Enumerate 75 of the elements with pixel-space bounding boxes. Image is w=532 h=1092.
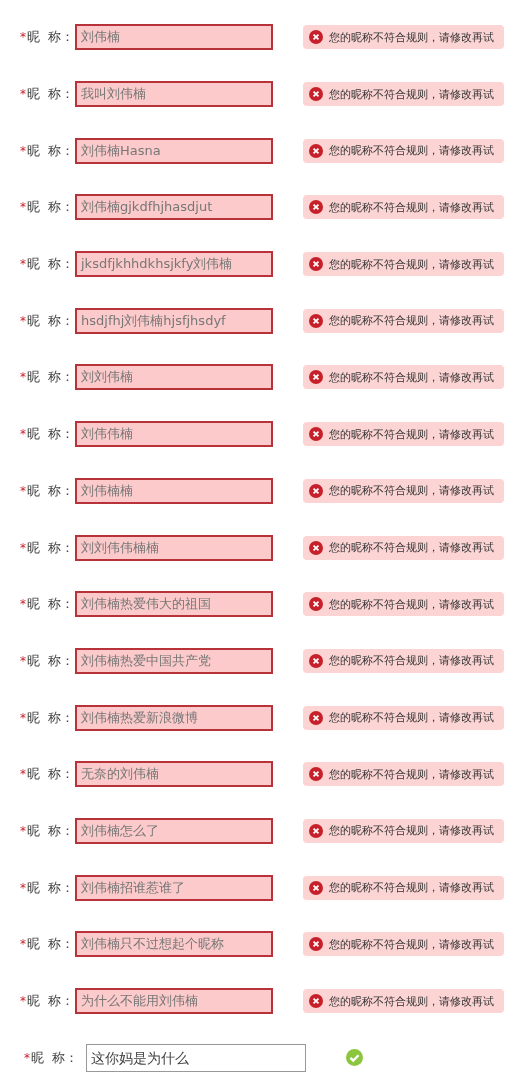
error-text: 您的昵称不符合规则，请修改再试 <box>329 483 494 499</box>
required-mark: * <box>20 597 26 612</box>
field-label: 昵 称： <box>27 255 75 274</box>
error-text: 您的昵称不符合规则，请修改再试 <box>329 880 494 896</box>
input-field[interactable]: 刘伟伟楠 <box>75 421 273 448</box>
field-label: 昵 称： <box>27 28 75 47</box>
required-mark: * <box>20 200 26 215</box>
error-text: 您的昵称不符合规则，请修改再试 <box>329 143 494 159</box>
field-label: 昵 称： <box>27 651 75 670</box>
input-field[interactable]: 刘伟楠gjkdfhjhasdjut <box>75 194 273 221</box>
field-label: 昵 称： <box>27 538 75 557</box>
input-field[interactable]: 刘伟楠怎么了 <box>75 817 273 844</box>
required-mark: * <box>20 87 26 102</box>
input-field[interactable]: 刘伟楠 <box>75 24 273 51</box>
field-label: 昵 称： <box>27 708 75 727</box>
error-text: 您的昵称不符合规则，请修改再试 <box>329 256 494 272</box>
error-text: 您的昵称不符合规则，请修改再试 <box>329 596 494 612</box>
required-mark: * <box>20 143 26 158</box>
required-mark: * <box>20 483 26 498</box>
field-label: 昵 称： <box>31 1048 79 1067</box>
required-mark: * <box>20 257 26 272</box>
field-label: 昵 称： <box>27 198 75 217</box>
field-label: 昵 称： <box>27 481 75 500</box>
error-text: 您的昵称不符合规则，请修改再试 <box>329 313 494 329</box>
input-field[interactable]: 刘伟楠只不过想起个昵称 <box>75 931 273 958</box>
input-field[interactable]: 刘伟楠招谁惹谁了 <box>75 874 273 901</box>
error-text: 您的昵称不符合规则，请修改再试 <box>329 823 494 839</box>
error-text: 您的昵称不符合规则，请修改再试 <box>329 766 494 782</box>
error-text: 您的昵称不符合规则，请修改再试 <box>329 993 494 1009</box>
error-text: 您的昵称不符合规则，请修改再试 <box>329 199 494 215</box>
input-field[interactable]: 刘伟楠热爱伟大的祖国 <box>75 591 273 618</box>
input-field[interactable]: jksdfjkhhdkhsjkfy刘伟楠 <box>75 251 273 278</box>
error-text: 您的昵称不符合规则，请修改再试 <box>329 710 494 726</box>
error-text: 您的昵称不符合规则，请修改再试 <box>329 369 494 385</box>
field-label: 昵 称： <box>27 368 75 387</box>
field-label: 昵 称： <box>27 935 75 954</box>
input-field[interactable]: 刘刘伟楠 <box>75 364 273 391</box>
field-label: 昵 称： <box>27 595 75 614</box>
field-label: 昵 称： <box>27 765 75 784</box>
field-label: 昵 称： <box>27 878 75 897</box>
required-mark: * <box>24 1050 30 1065</box>
field-label: 昵 称： <box>27 821 75 840</box>
field-label: 昵 称： <box>27 425 75 444</box>
input-field[interactable]: 为什么不能用刘伟楠 <box>75 988 273 1015</box>
input-field[interactable]: 刘伟楠楠 <box>75 477 273 504</box>
required-mark: * <box>20 370 26 385</box>
input-field[interactable]: hsdjfhj刘伟楠hjsfjhsdyf <box>75 307 273 334</box>
required-mark: * <box>20 540 26 555</box>
required-mark: * <box>20 880 26 895</box>
required-mark: * <box>20 313 26 328</box>
error-text: 您的昵称不符合规则，请修改再试 <box>329 426 494 442</box>
field-label: 昵 称： <box>27 311 75 330</box>
field-label: 昵 称： <box>27 141 75 160</box>
input-field[interactable]: 刘伟楠Hasna <box>75 137 273 164</box>
error-text: 您的昵称不符合规则，请修改再试 <box>329 540 494 556</box>
input-field[interactable]: 无奈的刘伟楠 <box>75 761 273 788</box>
required-mark: * <box>20 994 26 1009</box>
error-text: 您的昵称不符合规则，请修改再试 <box>329 86 494 102</box>
required-mark: * <box>20 937 26 952</box>
required-mark: * <box>20 823 26 838</box>
input-field[interactable]: 刘伟楠热爱新浪微博 <box>75 704 273 731</box>
required-mark: * <box>20 30 26 45</box>
field-label: 昵 称： <box>27 85 75 104</box>
error-text: 您的昵称不符合规则，请修改再试 <box>329 936 494 952</box>
field-label: 昵 称： <box>27 992 75 1011</box>
error-text: 您的昵称不符合规则，请修改再试 <box>329 29 494 45</box>
required-mark: * <box>20 653 26 668</box>
input-field[interactable]: 刘伟楠热爱中国共产党 <box>75 647 273 674</box>
input-field[interactable]: 我叫刘伟楠 <box>75 81 273 108</box>
required-mark: * <box>20 710 26 725</box>
required-mark: * <box>20 427 26 442</box>
error-text: 您的昵称不符合规则，请修改再试 <box>329 653 494 669</box>
input-field[interactable]: 刘刘伟伟楠楠 <box>75 534 273 561</box>
required-mark: * <box>20 767 26 782</box>
input-field[interactable]: 这你妈是为什么 <box>86 1043 306 1072</box>
